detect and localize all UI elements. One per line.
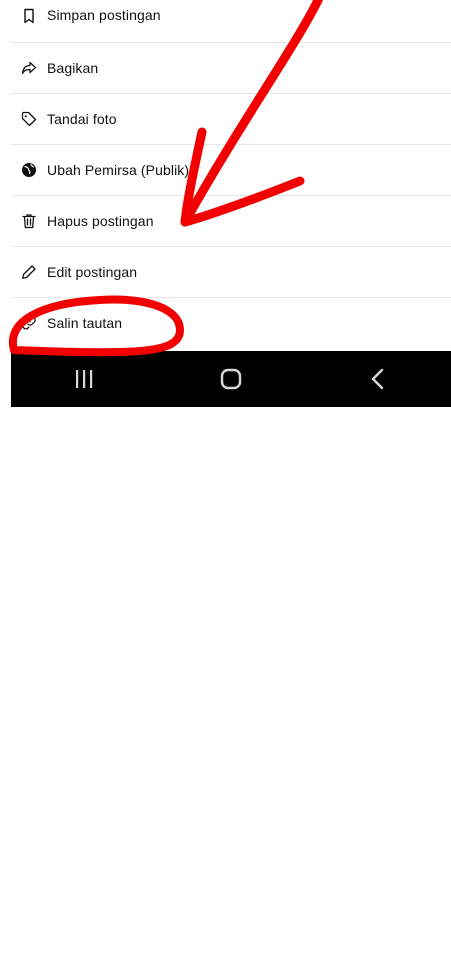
menu-item-label: Edit postingan [47,264,138,280]
bookmark-icon [20,7,38,25]
menu-item-label: Hapus postingan [47,213,154,229]
menu-item-copy-link[interactable]: Salin tautan [11,297,451,348]
share-icon [20,59,38,77]
recent-apps-icon [76,370,93,388]
menu-item-label: Salin tautan [47,315,123,331]
link-icon [20,314,38,332]
recent-apps-button[interactable] [54,359,114,399]
menu-item-save-post[interactable]: Simpan postingan [11,0,451,42]
menu-item-label: Ubah Pemirsa (Publik) [47,162,190,178]
home-icon [220,368,242,390]
trash-icon [20,212,38,230]
menu-item-tag-photo[interactable]: Tandai foto [11,93,451,144]
menu-item-label: Simpan postingan [47,7,161,23]
menu-item-share[interactable]: Bagikan [11,42,451,93]
tag-icon [20,110,38,128]
menu-item-label: Tandai foto [47,111,117,127]
menu-item-delete-post[interactable]: Hapus postingan [11,195,451,246]
globe-icon [20,161,38,179]
back-icon [371,368,383,390]
menu-item-change-audience[interactable]: Ubah Pemirsa (Publik) [11,144,451,195]
back-button[interactable] [348,359,408,399]
menu-item-edit-post[interactable]: Edit postingan [11,246,451,297]
pencil-icon [20,263,38,281]
menu-item-label: Bagikan [47,60,99,76]
post-options-sheet: Simpan postingan Bagikan Tandai foto Uba… [11,0,451,348]
system-navigation-bar [11,351,451,407]
home-button[interactable] [201,359,261,399]
